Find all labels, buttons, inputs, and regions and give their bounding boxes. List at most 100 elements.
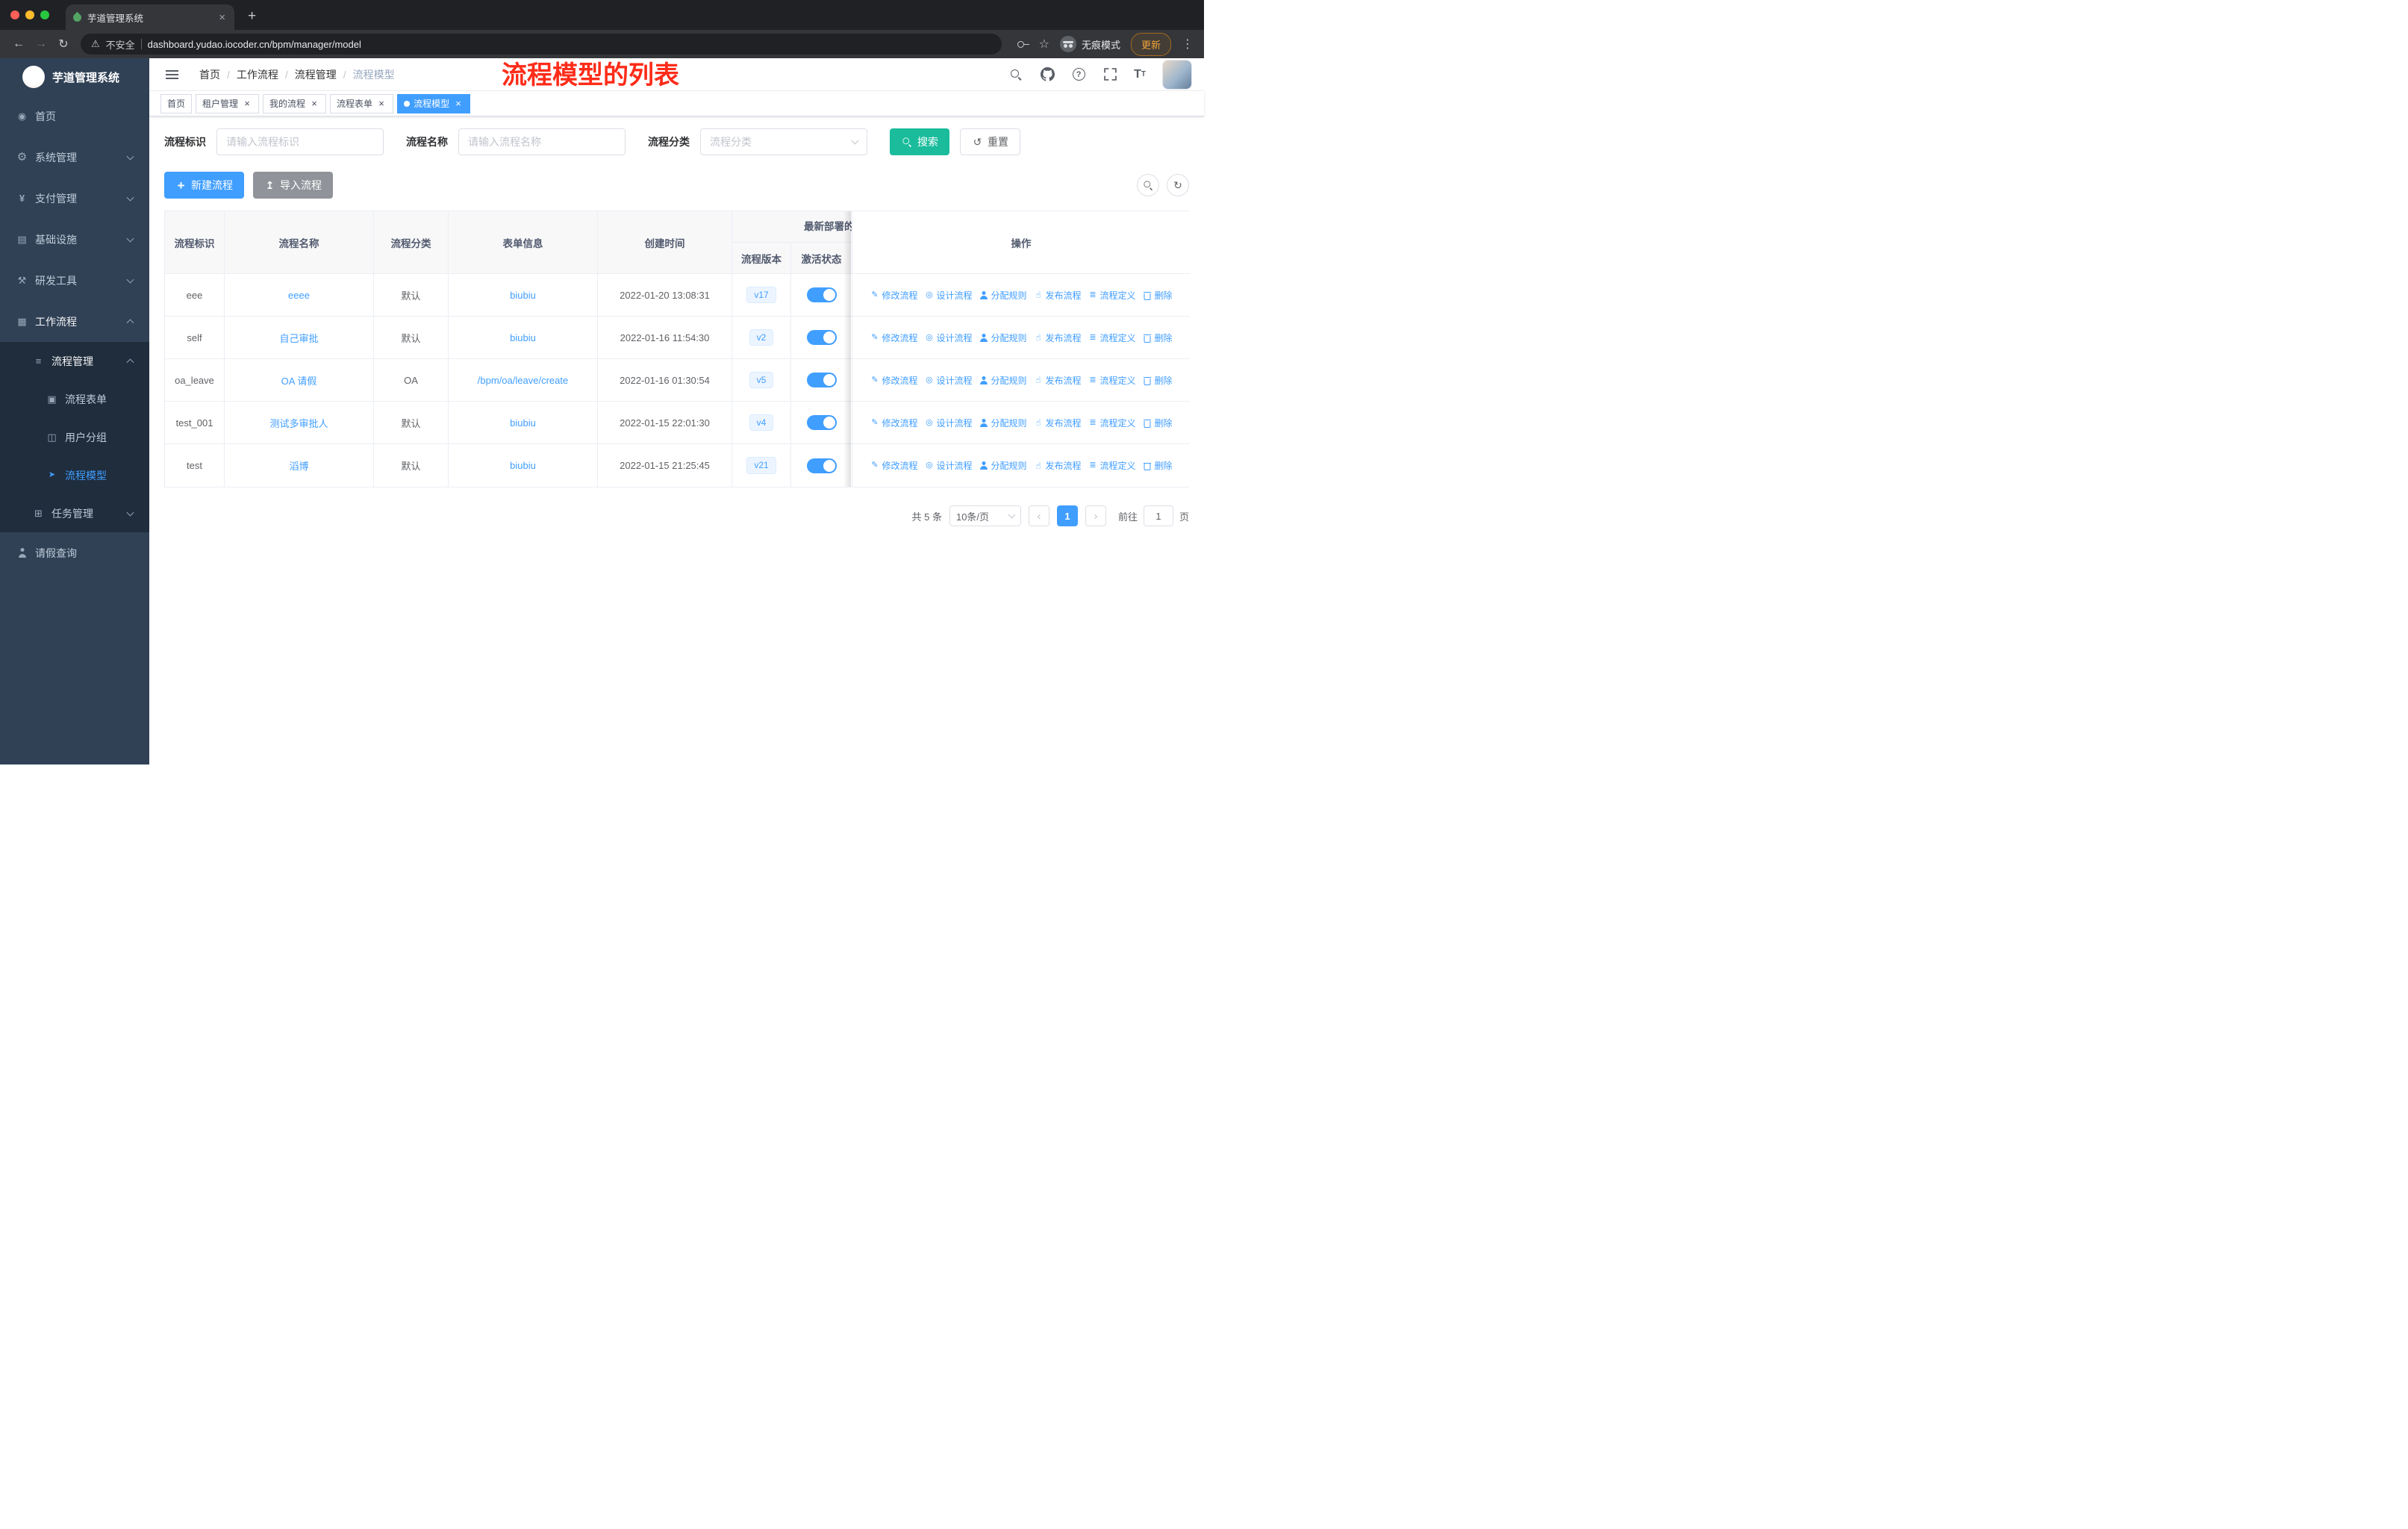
close-icon[interactable]: × — [242, 99, 252, 109]
current-page-button[interactable]: 1 — [1056, 505, 1078, 526]
breadcrumb-item[interactable]: 流程管理 — [295, 67, 337, 82]
password-key-icon[interactable] — [1017, 38, 1030, 50]
category-select[interactable]: 流程分类 — [700, 128, 867, 155]
bookmark-star-icon[interactable]: ☆ — [1039, 37, 1049, 52]
process-id-input[interactable] — [216, 128, 384, 155]
process-name-link[interactable]: 自己审批 — [279, 333, 318, 344]
action-design-link[interactable]: 设计流程 — [924, 331, 972, 344]
sidebar-item-process-management[interactable]: 流程管理 — [0, 342, 149, 380]
tab-process-form[interactable]: 流程表单 × — [330, 93, 394, 113]
active-toggle[interactable] — [806, 458, 837, 473]
version-badge[interactable]: v17 — [746, 286, 776, 304]
process-name-link[interactable]: 滔博 — [289, 461, 308, 472]
action-publish-link[interactable]: 发布流程 — [1034, 374, 1082, 387]
action-definition-link[interactable]: 流程定义 — [1088, 374, 1136, 387]
action-assign-link[interactable]: 分配规则 — [979, 459, 1026, 472]
action-assign-link[interactable]: 分配规则 — [979, 417, 1026, 429]
version-badge[interactable]: v2 — [749, 328, 774, 346]
form-link[interactable]: biubiu — [510, 290, 536, 301]
address-bar[interactable]: ⚠ 不安全 dashboard.yudao.iocoder.cn/bpm/man… — [81, 34, 1002, 55]
back-button[interactable]: ← — [7, 37, 30, 51]
form-link[interactable]: biubiu — [510, 460, 536, 471]
action-modify-link[interactable]: 修改流程 — [870, 417, 917, 429]
refresh-button[interactable]: ↻ — [1167, 174, 1189, 196]
sidebar-item-user-group[interactable]: 用户分组 — [0, 418, 149, 456]
action-modify-link[interactable]: 修改流程 — [870, 459, 917, 472]
sidebar-item-workflow[interactable]: 工作流程 — [0, 301, 149, 342]
action-delete-link[interactable]: 删除 — [1143, 459, 1173, 472]
forward-button[interactable]: → — [30, 37, 52, 51]
close-window-button[interactable] — [10, 10, 19, 19]
sidebar-item-process-form[interactable]: 流程表单 — [0, 380, 149, 418]
help-icon[interactable]: ? — [1071, 67, 1086, 82]
action-modify-link[interactable]: 修改流程 — [870, 289, 917, 302]
tab-close-icon[interactable]: × — [217, 10, 227, 25]
tab-home[interactable]: 首页 — [160, 93, 193, 113]
form-link[interactable]: /bpm/oa/leave/create — [478, 375, 568, 386]
action-publish-link[interactable]: 发布流程 — [1034, 459, 1082, 472]
action-definition-link[interactable]: 流程定义 — [1088, 417, 1136, 429]
action-delete-link[interactable]: 删除 — [1143, 417, 1173, 429]
action-publish-link[interactable]: 发布流程 — [1034, 417, 1082, 429]
close-icon[interactable]: × — [376, 99, 387, 109]
process-name-link[interactable]: OA 请假 — [281, 376, 317, 387]
reload-button[interactable]: ↻ — [52, 37, 75, 52]
toggle-search-button[interactable] — [1137, 174, 1159, 196]
new-tab-button[interactable]: + — [243, 8, 261, 25]
font-size-icon[interactable]: TT — [1134, 67, 1146, 82]
sidebar-item-payment[interactable]: 支付管理 — [0, 178, 149, 219]
sidebar-item-leave-query[interactable]: 请假查询 — [0, 532, 149, 573]
process-name-link[interactable]: 测试多审批人 — [269, 418, 328, 429]
form-link[interactable]: biubiu — [510, 332, 536, 343]
action-definition-link[interactable]: 流程定义 — [1088, 459, 1136, 472]
action-definition-link[interactable]: 流程定义 — [1088, 331, 1136, 344]
search-icon[interactable] — [1008, 67, 1023, 82]
action-publish-link[interactable]: 发布流程 — [1034, 289, 1082, 302]
breadcrumb-item[interactable]: 首页 — [199, 67, 220, 82]
chrome-update-button[interactable]: 更新 — [1130, 32, 1171, 56]
action-definition-link[interactable]: 流程定义 — [1088, 289, 1136, 302]
active-toggle[interactable] — [806, 287, 837, 302]
action-design-link[interactable]: 设计流程 — [924, 374, 972, 387]
sidebar-item-process-model[interactable]: 流程模型 — [0, 456, 149, 494]
action-modify-link[interactable]: 修改流程 — [870, 331, 917, 344]
action-design-link[interactable]: 设计流程 — [924, 417, 972, 429]
close-icon[interactable]: × — [453, 99, 464, 109]
goto-page-input[interactable] — [1143, 505, 1173, 526]
zoom-window-button[interactable] — [40, 10, 49, 19]
app-logo[interactable]: 芋道管理系统 — [0, 58, 149, 96]
process-name-input[interactable] — [458, 128, 626, 155]
sidebar-item-home[interactable]: 首页 — [0, 96, 149, 137]
sidebar-item-task-management[interactable]: 任务管理 — [0, 494, 149, 532]
reset-button[interactable]: 重置 — [960, 128, 1020, 155]
tab-tenant-management[interactable]: 租户管理 × — [196, 93, 260, 113]
active-toggle[interactable] — [806, 330, 837, 345]
action-delete-link[interactable]: 删除 — [1143, 331, 1173, 344]
process-name-link[interactable]: eeee — [288, 290, 310, 301]
action-assign-link[interactable]: 分配规则 — [979, 374, 1026, 387]
version-badge[interactable]: v5 — [749, 371, 774, 389]
tab-my-process[interactable]: 我的流程 × — [263, 93, 327, 113]
github-icon[interactable] — [1040, 67, 1055, 82]
minimize-window-button[interactable] — [25, 10, 34, 19]
sidebar-item-devtools[interactable]: 研发工具 — [0, 260, 149, 301]
action-delete-link[interactable]: 删除 — [1143, 289, 1173, 302]
breadcrumb-item[interactable]: 工作流程 — [237, 67, 278, 82]
fullscreen-icon[interactable] — [1102, 67, 1117, 82]
action-assign-link[interactable]: 分配规则 — [979, 289, 1026, 302]
action-modify-link[interactable]: 修改流程 — [870, 374, 917, 387]
browser-menu-icon[interactable]: ⋮ — [1179, 37, 1197, 52]
action-design-link[interactable]: 设计流程 — [924, 459, 972, 472]
prev-page-button[interactable]: ‹ — [1028, 505, 1049, 526]
collapse-sidebar-icon[interactable] — [166, 69, 178, 79]
version-badge[interactable]: v4 — [749, 414, 774, 432]
form-link[interactable]: biubiu — [510, 417, 536, 429]
create-process-button[interactable]: 新建流程 — [164, 172, 244, 199]
action-assign-link[interactable]: 分配规则 — [979, 331, 1026, 344]
user-avatar[interactable] — [1162, 59, 1192, 90]
action-publish-link[interactable]: 发布流程 — [1034, 331, 1082, 344]
sidebar-item-infrastructure[interactable]: 基础设施 — [0, 219, 149, 260]
active-toggle[interactable] — [806, 373, 837, 387]
action-design-link[interactable]: 设计流程 — [924, 289, 972, 302]
action-delete-link[interactable]: 删除 — [1143, 374, 1173, 387]
